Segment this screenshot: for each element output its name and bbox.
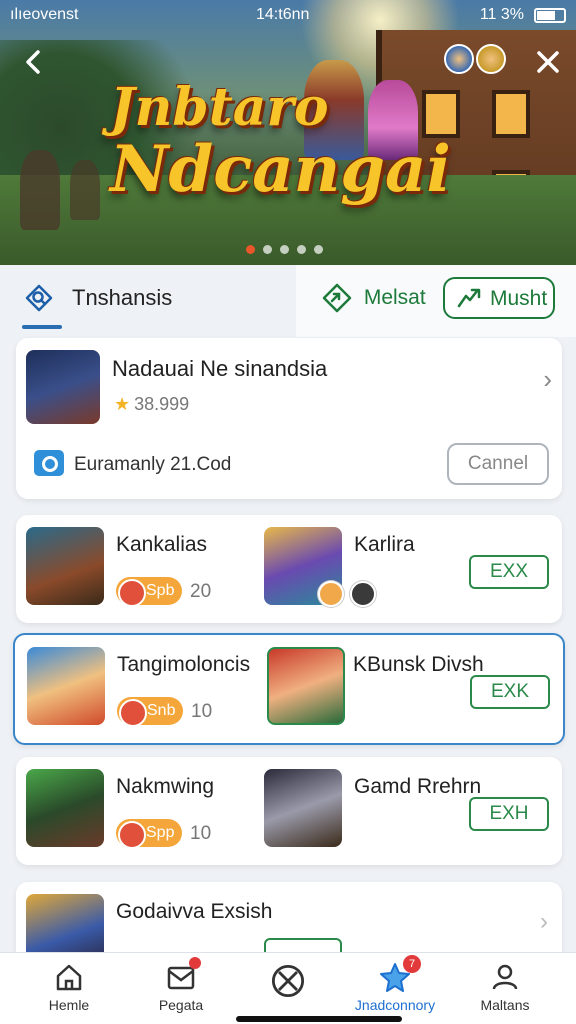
hero-banner[interactable]: Jnbtaro Ndcangai: [0, 0, 576, 265]
status-badge: Spb: [116, 577, 182, 607]
player-avatars[interactable]: [444, 44, 508, 79]
info-text: Euramanly 21.Cod: [74, 454, 232, 475]
game-name: Nakmwing: [116, 775, 215, 798]
tab-search[interactable]: Tnshansis: [0, 265, 296, 337]
camera-icon: [34, 450, 64, 476]
status-bar: ılıeovenst 14:t6nn 11 3%: [0, 0, 576, 30]
tab-melsat[interactable]: Melsat: [320, 281, 426, 321]
notification-dot: [189, 957, 201, 969]
nav-home-label: Hemle: [48, 997, 90, 1013]
title-line-2: Ndcangai: [110, 132, 451, 207]
game-name: Tangimoloncis: [117, 653, 251, 676]
mail-icon: [165, 957, 201, 993]
home-indicator[interactable]: [236, 1016, 402, 1022]
bottom-navigation: Hemle Pegata 7 Jnadconnory Maltans: [0, 952, 576, 1024]
game-name: Godaivva Exsish: [116, 900, 273, 923]
chevron-right-icon[interactable]: ›: [543, 364, 552, 395]
carousel-dot[interactable]: [314, 245, 323, 254]
carousel-dot[interactable]: [297, 245, 306, 254]
game-thumbnail[interactable]: [26, 350, 100, 424]
exk-button[interactable]: EXK: [470, 675, 550, 709]
rating-value: 38.999: [134, 394, 190, 414]
carousel-dot[interactable]: [246, 245, 255, 254]
notification-badge: 7: [403, 955, 421, 973]
game-name: KBunsk Divsh: [353, 653, 484, 676]
carousel-dot[interactable]: [263, 245, 272, 254]
player-count: 20: [190, 581, 212, 602]
game-thumbnail[interactable]: [267, 647, 345, 725]
carrier-text: ılıeovenst: [10, 6, 79, 23]
featured-game-card[interactable]: Nadauai Ne sinandsia ★ 38.999 › Euramanly…: [16, 338, 562, 499]
player-count: 10: [191, 701, 213, 722]
status-badge: Spp: [116, 819, 182, 849]
star-icon: ★: [114, 394, 131, 414]
back-button[interactable]: [16, 44, 52, 80]
exh-button[interactable]: EXH: [469, 797, 549, 831]
star-icon: 7: [379, 955, 421, 993]
nav-ball[interactable]: [233, 961, 343, 1003]
close-button[interactable]: [530, 44, 566, 80]
avatar[interactable]: [444, 44, 474, 74]
carousel-dot[interactable]: [280, 245, 289, 254]
share-arrow-icon: [457, 288, 481, 308]
list-item[interactable]: Godaivva Exsish ›: [16, 882, 562, 962]
home-icon: [56, 964, 82, 991]
avatar: [318, 581, 344, 607]
carousel-dots[interactable]: [246, 241, 331, 259]
game-title: Jnbtaro Ndcangai: [110, 82, 451, 202]
game-name: Kankalias: [116, 533, 208, 556]
nav-jnadconnory[interactable]: 7 Jnadconnory: [340, 955, 450, 1013]
status-badge: Snb: [117, 697, 183, 727]
exx-button[interactable]: EXX: [469, 555, 549, 589]
chevron-left-icon: [26, 50, 40, 74]
title-line-1: Jnbtaro: [110, 77, 329, 138]
active-tab-indicator: [22, 325, 62, 329]
game-name: Nadauai Ne sinandsia: [112, 356, 328, 381]
player-count: 10: [190, 823, 212, 844]
cancel-button[interactable]: Cannel: [447, 443, 549, 485]
nav-pegata-label: Pegata: [158, 997, 204, 1013]
game-thumbnail[interactable]: [26, 527, 104, 605]
nav-maltans-label: Maltans: [480, 997, 530, 1013]
avatar[interactable]: [476, 44, 506, 74]
warrior-silhouette: [70, 160, 100, 220]
nav-home[interactable]: Hemle: [14, 961, 124, 1013]
tab-bar: Tnshansis Melsat Musht: [0, 265, 576, 337]
chevron-right-icon[interactable]: ›: [540, 908, 548, 936]
avatar: [350, 581, 376, 607]
game-name: Karlira: [354, 533, 415, 556]
nav-maltans[interactable]: Maltans: [450, 961, 560, 1013]
battery-percent: 11 3%: [479, 6, 524, 23]
game-thumbnail[interactable]: [26, 769, 104, 847]
list-item[interactable]: Kankalias Spb 20 Karlira EXX: [16, 515, 562, 623]
ball-icon: [271, 964, 305, 998]
clock: 14:t6nn: [256, 6, 310, 23]
nav-pegata[interactable]: Pegata: [126, 957, 236, 1013]
game-thumbnail[interactable]: [27, 647, 105, 725]
game-name: Gamd Rrehrn: [354, 775, 482, 798]
battery-icon: [534, 8, 566, 23]
game-thumbnail[interactable]: [264, 769, 342, 847]
warrior-silhouette: [20, 150, 60, 230]
tab-melsat-label: Melsat: [363, 286, 426, 309]
tab-musht-label: Musht: [490, 287, 548, 310]
house-window: [492, 90, 530, 138]
list-item[interactable]: Tangimoloncis Snb 10 KBunsk Divsh EXK: [13, 633, 565, 745]
list-item[interactable]: Nakmwing Spp 10 Gamd Rrehrn EXH: [16, 757, 562, 865]
nav-jnadconnory-label: Jnadconnory: [354, 997, 436, 1013]
person-icon: [492, 964, 518, 990]
close-icon: [537, 51, 559, 73]
tab-search-label: Tnshansis: [72, 285, 173, 310]
diamond-arrow-icon: [322, 283, 352, 313]
game-rating: ★ 38.999: [114, 394, 189, 415]
tab-musht[interactable]: Musht: [443, 277, 555, 319]
search-icon: [25, 284, 53, 312]
